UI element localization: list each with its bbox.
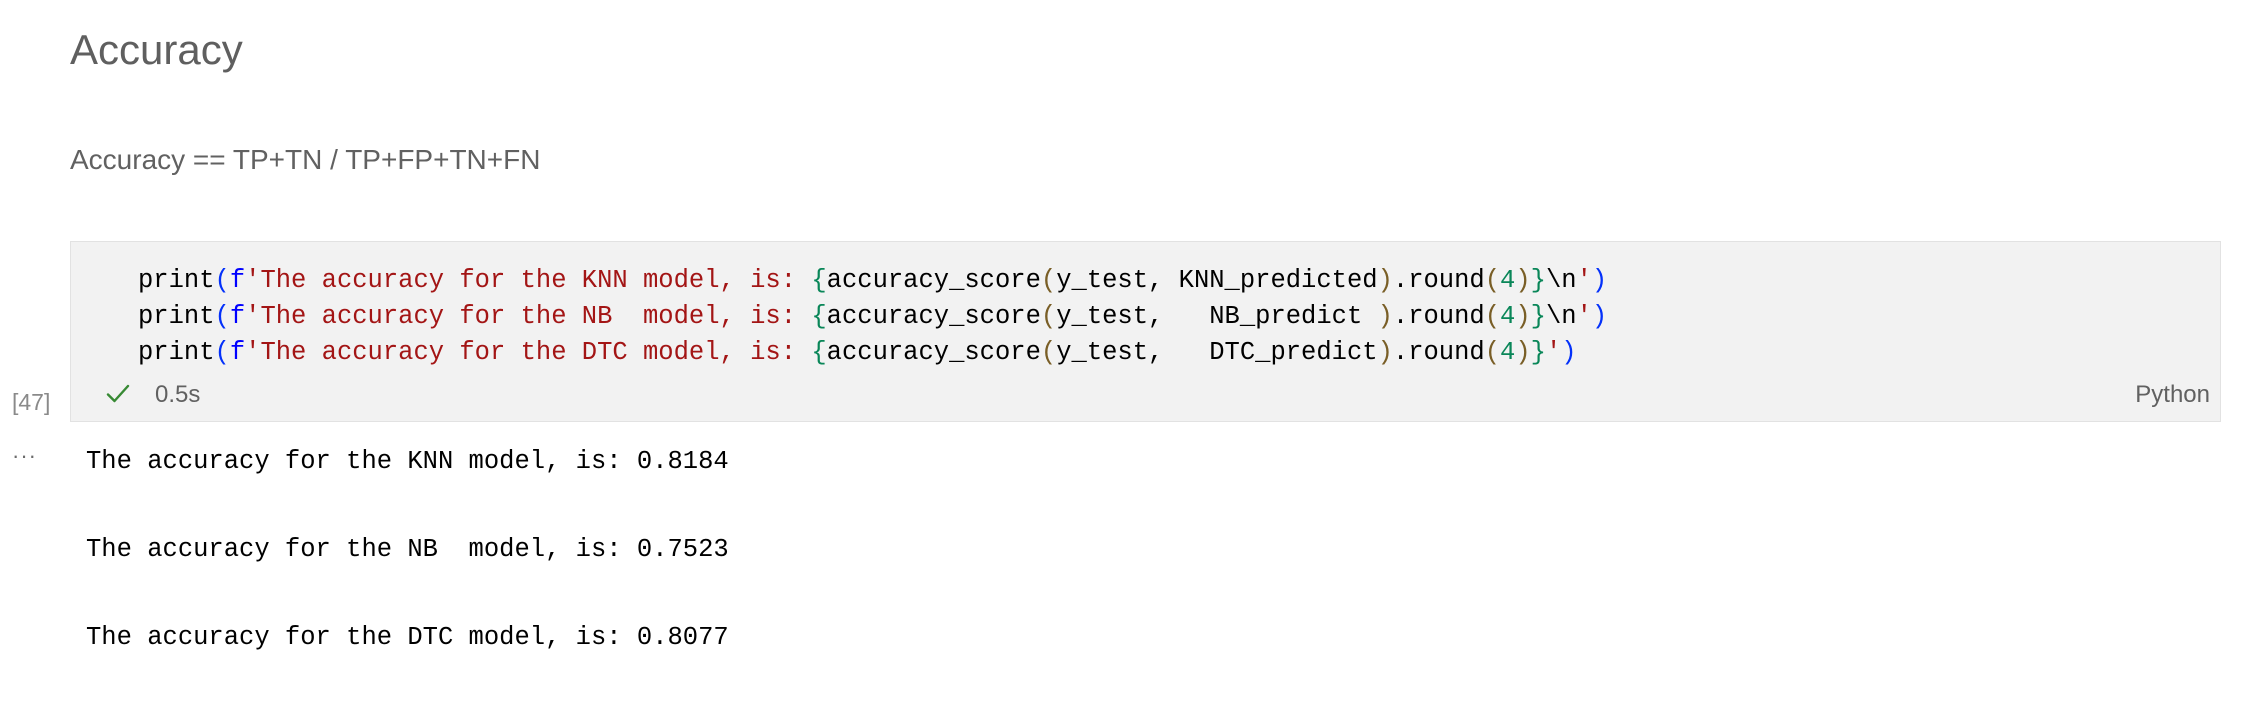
code-token-paren: ) xyxy=(1561,338,1577,367)
execution-duration: 0.5s xyxy=(155,381,201,408)
check-icon xyxy=(105,381,131,407)
code-token-args: y_test, KNN_predicted xyxy=(1056,266,1378,295)
code-token-paren: ( xyxy=(1040,338,1057,367)
code-token-brace: { xyxy=(811,338,827,367)
code-token-brace: } xyxy=(1530,266,1546,295)
code-token-paren: ) xyxy=(1377,302,1393,331)
code-token-paren: ) xyxy=(1515,266,1531,295)
code-token-string: 'The accuracy for the KNN model, is: xyxy=(245,266,812,295)
code-token-number: 4 xyxy=(1500,338,1516,367)
code-token-string: 'The accuracy for the DTC model, is: xyxy=(245,338,812,367)
code-token-paren: ) xyxy=(1591,266,1608,295)
code-token-brace: } xyxy=(1530,302,1546,331)
code-token-escape: \n xyxy=(1545,266,1577,295)
code-token-paren: ( xyxy=(214,338,230,367)
output-blank-line xyxy=(86,568,729,620)
code-token-paren: ( xyxy=(1040,266,1057,295)
code-token-fstring-prefix: f xyxy=(229,338,246,367)
code-token-number: 4 xyxy=(1500,266,1516,295)
code-token-brace: } xyxy=(1530,338,1546,367)
code-token-paren: ( xyxy=(1040,302,1057,331)
code-token-function: print xyxy=(138,302,215,331)
code-token-args: y_test, NB_predict xyxy=(1056,302,1378,331)
code-token-fstring-prefix: f xyxy=(229,266,246,295)
code-cell[interactable]: print(f'The accuracy for the KNN model, … xyxy=(70,241,2221,422)
code-editor[interactable]: print(f'The accuracy for the KNN model, … xyxy=(138,263,2200,371)
output-line: The accuracy for the KNN model, is: 0.81… xyxy=(86,447,729,476)
code-token-call: accuracy_score xyxy=(826,302,1041,331)
code-token-brace: { xyxy=(811,266,827,295)
code-token-brace: { xyxy=(811,302,827,331)
code-token-string: 'The accuracy for the NB model, is: xyxy=(245,302,812,331)
execution-count: [47] xyxy=(12,389,51,415)
code-token-function: print xyxy=(138,266,215,295)
code-token-paren: ) xyxy=(1377,266,1393,295)
code-token-function: print xyxy=(138,338,215,367)
code-token-paren: ) xyxy=(1515,302,1531,331)
output-more-icon[interactable]: ··· xyxy=(12,444,37,468)
accuracy-formula-text: Accuracy == TP+TN / TP+FP+TN+FN xyxy=(70,144,541,175)
code-token-paren: ( xyxy=(214,302,230,331)
cell-output: The accuracy for the KNN model, is: 0.81… xyxy=(86,444,729,656)
code-token-number: 4 xyxy=(1500,302,1516,331)
code-token-paren: ( xyxy=(1484,302,1501,331)
code-token-paren: ( xyxy=(214,266,230,295)
cell-status-bar: 0.5s Python xyxy=(71,375,2220,415)
code-token-method: .round xyxy=(1392,266,1485,295)
code-token-string: ' xyxy=(1545,338,1562,367)
code-token-paren: ( xyxy=(1484,338,1501,367)
code-token-paren: ) xyxy=(1377,338,1393,367)
code-token-string: ' xyxy=(1576,302,1592,331)
code-token-paren: ) xyxy=(1515,338,1531,367)
code-token-method: .round xyxy=(1392,338,1485,367)
code-line[interactable]: print(f'The accuracy for the DTC model, … xyxy=(138,335,2200,371)
code-token-paren: ( xyxy=(1484,266,1501,295)
output-blank-line xyxy=(86,480,729,532)
kernel-language-button[interactable]: Python xyxy=(2135,379,2210,411)
code-token-call: accuracy_score xyxy=(826,266,1041,295)
code-line[interactable]: print(f'The accuracy for the KNN model, … xyxy=(138,263,2200,299)
code-line[interactable]: print(f'The accuracy for the NB model, i… xyxy=(138,299,2200,335)
markdown-heading: Accuracy xyxy=(70,26,243,73)
code-token-escape: \n xyxy=(1545,302,1577,331)
code-token-fstring-prefix: f xyxy=(229,302,246,331)
output-line: The accuracy for the DTC model, is: 0.80… xyxy=(86,623,729,652)
output-line: The accuracy for the NB model, is: 0.752… xyxy=(86,535,729,564)
code-token-method: .round xyxy=(1392,302,1485,331)
code-token-string: ' xyxy=(1576,266,1592,295)
code-token-paren: ) xyxy=(1591,302,1608,331)
code-token-call: accuracy_score xyxy=(826,338,1041,367)
code-token-args: y_test, DTC_predict xyxy=(1056,338,1378,367)
